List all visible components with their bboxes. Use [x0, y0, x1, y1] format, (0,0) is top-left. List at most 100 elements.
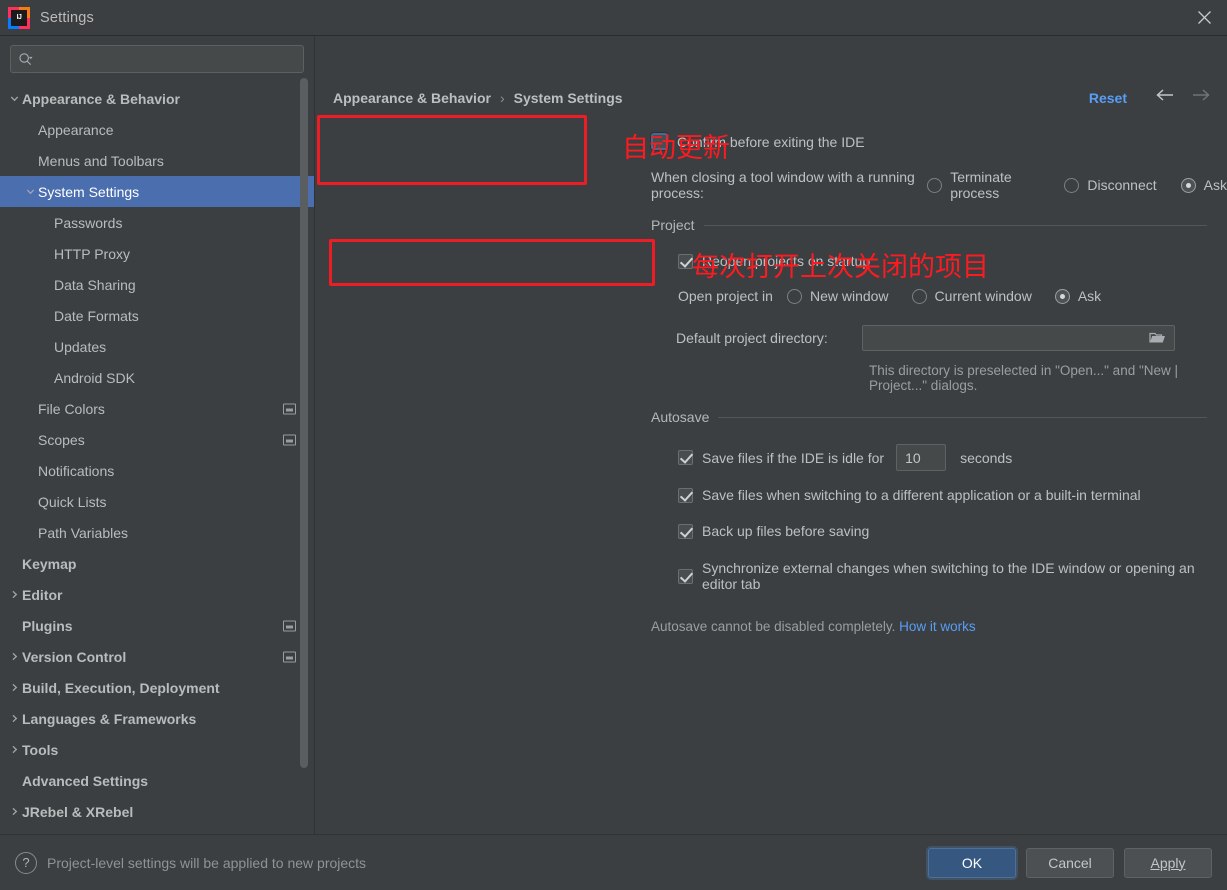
search-icon: [18, 52, 33, 67]
tool-window-radio-ask[interactable]: Ask: [1180, 177, 1227, 193]
sidebar-item-label: Advanced Settings: [22, 772, 149, 789]
annotation-box-confirm-exit: [317, 115, 587, 185]
sidebar-item-label: Passwords: [54, 214, 123, 231]
sidebar-item-date-formats[interactable]: Date Formats: [0, 300, 314, 331]
breadcrumb-separator-icon: ›: [499, 90, 505, 106]
how-it-works-link[interactable]: How it works: [899, 619, 976, 634]
sidebar-item-appearance-behavior[interactable]: Appearance & Behavior: [0, 83, 314, 114]
autosave-sync-checkbox[interactable]: [678, 568, 693, 584]
sidebar-item-http-proxy[interactable]: HTTP Proxy: [0, 238, 314, 269]
sidebar-item-label: Version Control: [22, 648, 127, 665]
sidebar-item-quick-lists[interactable]: Quick Lists: [0, 486, 314, 517]
sidebar-item-jrebel-xrebel[interactable]: JRebel & XRebel: [0, 796, 314, 827]
chevron-right-icon[interactable]: [6, 806, 22, 817]
sidebar-item-label: Build, Execution, Deployment: [22, 679, 220, 696]
radio-disconnect-label: Disconnect: [1087, 177, 1157, 193]
arrow-left-icon[interactable]: [1154, 87, 1176, 108]
radio-ask[interactable]: [1180, 177, 1196, 193]
autosave-sync-row[interactable]: Synchronize external changes when switch…: [678, 560, 1227, 592]
chevron-down-icon[interactable]: [22, 186, 38, 197]
autosave-idle-seconds-input[interactable]: 10: [896, 444, 947, 471]
tool-window-close-row: When closing a tool window with a runnin…: [651, 169, 1227, 201]
breadcrumb-parent[interactable]: Appearance & Behavior: [333, 90, 491, 106]
radio-current-window[interactable]: [911, 288, 927, 304]
open-project-radio-new-window[interactable]: New window: [786, 288, 889, 304]
autosave-group-divider: [718, 416, 1207, 418]
autosave-idle-checkbox[interactable]: [678, 450, 693, 465]
autosave-switch-app-row[interactable]: Save files when switching to a different…: [678, 487, 1141, 503]
sidebar-item-languages-frameworks[interactable]: Languages & Frameworks: [0, 703, 314, 734]
open-project-in-label: Open project in: [678, 288, 773, 304]
sidebar-scrollbar[interactable]: [300, 78, 308, 826]
navigation-arrows: [1154, 87, 1212, 108]
sidebar-item-appearance[interactable]: Appearance: [0, 114, 314, 145]
sidebar-item-editor[interactable]: Editor: [0, 579, 314, 610]
sidebar-item-notifications[interactable]: Notifications: [0, 455, 314, 486]
sidebar-item-label: Updates: [54, 338, 107, 355]
settings-tree: Appearance & Behavior Appearance Menus and…: [0, 79, 314, 827]
tool-window-radio-terminate[interactable]: Terminate process: [927, 169, 1040, 201]
sidebar-item-label: System Settings: [38, 183, 140, 200]
sidebar-item-label: Plugins: [22, 617, 73, 634]
sidebar-item-updates[interactable]: Updates: [0, 331, 314, 362]
sidebar-item-path-variables[interactable]: Path Variables: [0, 517, 314, 548]
tool-window-close-label: When closing a tool window with a runnin…: [651, 169, 915, 201]
sidebar-item-passwords[interactable]: Passwords: [0, 207, 314, 238]
chevron-right-icon[interactable]: [6, 651, 22, 662]
project-group-title: Project: [651, 217, 695, 233]
search-wrapper: [0, 36, 314, 79]
chevron-down-icon[interactable]: [6, 93, 22, 104]
autosave-backup-row[interactable]: Back up files before saving: [678, 523, 869, 539]
apply-button[interactable]: Apply: [1124, 847, 1212, 878]
sidebar-item-tools[interactable]: Tools: [0, 734, 314, 765]
ok-button[interactable]: OK: [928, 847, 1016, 878]
reset-link[interactable]: Reset: [1089, 90, 1127, 106]
sidebar-item-file-colors[interactable]: File Colors: [0, 393, 314, 424]
cancel-button[interactable]: Cancel: [1026, 847, 1114, 878]
project-scope-badge-icon: [283, 620, 296, 631]
autosave-sync-label: Synchronize external changes when switch…: [702, 560, 1195, 592]
autosave-idle-seconds-value: 10: [905, 449, 921, 466]
sidebar-item-system-settings[interactable]: System Settings: [0, 176, 314, 207]
sidebar-item-android-sdk[interactable]: Android SDK: [0, 362, 314, 393]
chevron-right-icon[interactable]: [6, 744, 22, 755]
open-project-radio-ask[interactable]: Ask: [1054, 288, 1101, 304]
sidebar-item-build-execution-deployment[interactable]: Build, Execution, Deployment: [0, 672, 314, 703]
sidebar-item-menus-and-toolbars[interactable]: Menus and Toolbars: [0, 145, 314, 176]
sidebar-item-advanced-settings[interactable]: Advanced Settings: [0, 765, 314, 796]
close-icon[interactable]: [1181, 0, 1227, 35]
settings-window: IJ Settings Appearance & Behavior Appear…: [0, 0, 1227, 890]
help-icon[interactable]: ?: [15, 851, 37, 874]
default-project-directory-label: Default project directory:: [676, 330, 828, 346]
radio-open-ask[interactable]: [1054, 288, 1070, 304]
open-project-radio-current-window[interactable]: Current window: [911, 288, 1032, 304]
reopen-projects-checkbox[interactable]: [678, 253, 693, 269]
sidebar-item-keymap[interactable]: Keymap: [0, 548, 314, 579]
sidebar-item-label: Appearance & Behavior: [22, 90, 180, 107]
sidebar-item-scopes[interactable]: Scopes: [0, 424, 314, 455]
sidebar-item-data-sharing[interactable]: Data Sharing: [0, 269, 314, 300]
search-input[interactable]: [10, 45, 304, 73]
folder-icon[interactable]: [1149, 331, 1166, 345]
sidebar-item-label: Scopes: [38, 431, 85, 448]
project-scope-badge-icon: [283, 403, 296, 414]
default-directory-hint: This directory is preselected in "Open..…: [869, 363, 1179, 393]
chevron-right-icon[interactable]: [6, 589, 22, 600]
arrow-right-icon[interactable]: [1190, 87, 1212, 108]
radio-ask-label: Ask: [1203, 177, 1227, 193]
sidebar-item-plugins[interactable]: Plugins: [0, 610, 314, 641]
autosave-switch-app-checkbox[interactable]: [678, 487, 693, 503]
autosave-idle-row[interactable]: Save files if the IDE is idle for 10 sec…: [678, 444, 1012, 471]
chevron-right-icon[interactable]: [6, 682, 22, 693]
radio-new-window[interactable]: [786, 288, 802, 304]
sidebar-scrollbar-thumb[interactable]: [300, 78, 308, 768]
radio-terminate-process[interactable]: [927, 177, 943, 193]
sidebar-item-label: Tools: [22, 741, 59, 758]
radio-disconnect[interactable]: [1064, 177, 1080, 193]
autosave-backup-checkbox[interactable]: [678, 523, 693, 539]
chevron-right-icon[interactable]: [6, 713, 22, 724]
default-project-directory-input[interactable]: [862, 325, 1175, 351]
intellij-logo-icon: IJ: [8, 6, 30, 29]
tool-window-radio-disconnect[interactable]: Disconnect: [1064, 177, 1157, 193]
sidebar-item-version-control[interactable]: Version Control: [0, 641, 314, 672]
